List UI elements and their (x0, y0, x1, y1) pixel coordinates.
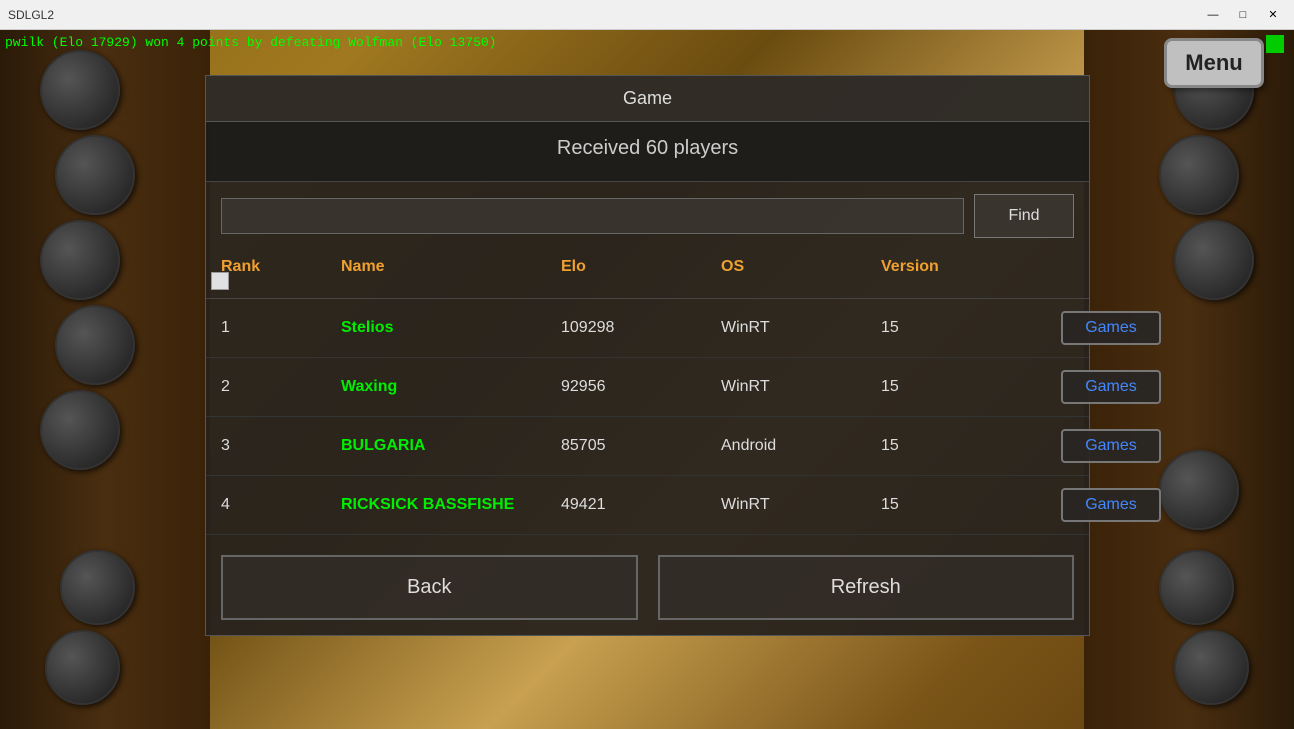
scrollbar[interactable] (211, 272, 229, 290)
cell-elo: 109298 (561, 319, 721, 337)
titlebar-title: SDLGL2 (8, 8, 54, 22)
cell-os: WinRT (721, 319, 881, 337)
table-row: 3 BULGARIA 85705 Android 15 Games (206, 417, 1089, 476)
col-header-elo: Elo (561, 258, 721, 276)
table-body: 1 Stelios 109298 WinRT 15 Games 2 Waxing… (206, 299, 1089, 535)
checker-piece (1159, 135, 1239, 215)
cell-elo: 92956 (561, 378, 721, 396)
cell-rank: 2 (221, 378, 341, 396)
games-button[interactable]: Games (1061, 370, 1161, 404)
notification-text: pwilk (Elo 17929) won 4 points by defeat… (5, 35, 496, 50)
games-button[interactable]: Games (1061, 429, 1161, 463)
cell-version: 15 (881, 378, 1061, 396)
close-button[interactable]: ✕ (1260, 5, 1286, 25)
cell-os: WinRT (721, 378, 881, 396)
cell-name: BULGARIA (341, 437, 561, 455)
games-button[interactable]: Games (1061, 488, 1161, 522)
col-header-version: Version (881, 258, 1061, 276)
cell-version: 15 (881, 319, 1061, 337)
find-button[interactable]: Find (974, 194, 1074, 238)
checker-piece (55, 135, 135, 215)
main-dialog: Game Received 60 players Find Rank Name … (205, 75, 1090, 636)
col-header-os: OS (721, 258, 881, 276)
cell-os: WinRT (721, 496, 881, 514)
green-indicator (1266, 35, 1284, 53)
games-button[interactable]: Games (1061, 311, 1161, 345)
search-area: Find (206, 182, 1089, 250)
cell-rank: 1 (221, 319, 341, 337)
info-bar: Received 60 players (206, 122, 1089, 182)
cell-name: Stelios (341, 319, 561, 337)
back-button[interactable]: Back (221, 555, 638, 620)
cell-elo: 85705 (561, 437, 721, 455)
cell-os: Android (721, 437, 881, 455)
search-input[interactable] (221, 198, 964, 234)
minimize-button[interactable]: — (1200, 5, 1226, 25)
maximize-button[interactable]: □ (1230, 5, 1256, 25)
dialog-title: Game (623, 88, 672, 108)
dialog-header: Game (206, 76, 1089, 122)
received-text: Received 60 players (221, 137, 1074, 160)
cell-elo: 49421 (561, 496, 721, 514)
cell-name: RICKSICK BASSFISHE (341, 496, 561, 514)
cell-rank: 4 (221, 496, 341, 514)
cell-version: 15 (881, 437, 1061, 455)
checker-piece (40, 50, 120, 130)
checker-piece (1174, 630, 1249, 705)
checker-piece (40, 220, 120, 300)
table-header: Rank Name Elo OS Version (206, 250, 1089, 299)
col-header-rank: Rank (221, 258, 341, 276)
col-header-name: Name (341, 258, 561, 276)
checker-piece (45, 630, 120, 705)
menu-button[interactable]: Menu (1164, 38, 1264, 88)
table-row: 4 RICKSICK BASSFISHE 49421 WinRT 15 Game… (206, 476, 1089, 535)
checker-piece (55, 305, 135, 385)
cell-version: 15 (881, 496, 1061, 514)
checker-piece (40, 390, 120, 470)
refresh-button[interactable]: Refresh (658, 555, 1075, 620)
checker-piece (1159, 450, 1239, 530)
titlebar-controls: — □ ✕ (1200, 5, 1286, 25)
checker-piece (1174, 220, 1254, 300)
table-row: 2 Waxing 92956 WinRT 15 Games (206, 358, 1089, 417)
cell-name: Waxing (341, 378, 561, 396)
titlebar: SDLGL2 — □ ✕ (0, 0, 1294, 30)
checker-piece (60, 550, 135, 625)
cell-rank: 3 (221, 437, 341, 455)
bottom-buttons: Back Refresh (206, 540, 1089, 635)
checker-piece (1159, 550, 1234, 625)
table-row: 1 Stelios 109298 WinRT 15 Games (206, 299, 1089, 358)
